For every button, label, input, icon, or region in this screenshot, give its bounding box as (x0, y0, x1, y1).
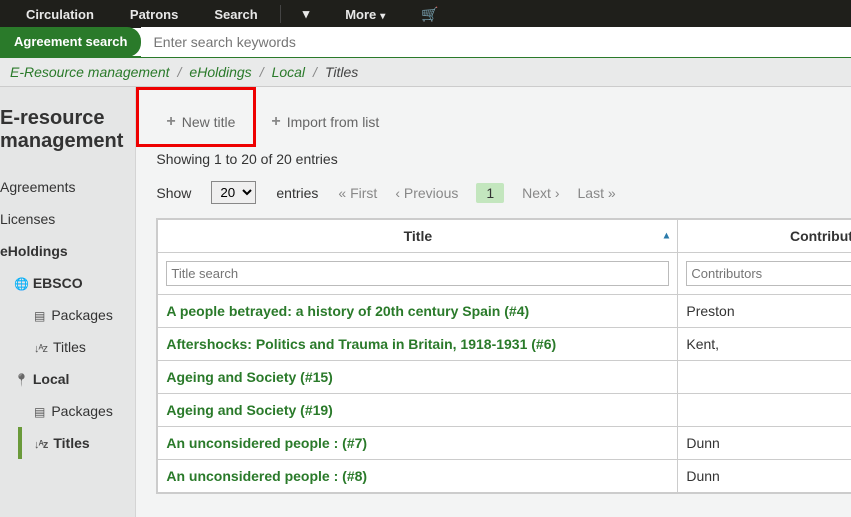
nav-circulation[interactable]: Circulation (8, 7, 112, 22)
globe-icon (14, 275, 29, 291)
sidebar-item-label: Packages (51, 403, 112, 419)
breadcrumb-local[interactable]: Local (272, 64, 305, 80)
title-link[interactable]: An unconsidered people : (#8) (166, 468, 367, 484)
sidebar-item-local[interactable]: Local (0, 363, 123, 395)
sidebar-item-label: Packages (51, 307, 112, 323)
contributors-cell: Dunn (678, 460, 851, 493)
contributors-cell: Preston (678, 295, 851, 328)
breadcrumb-sep: / (313, 64, 317, 80)
showing-count: Showing 1 to 20 of 20 entries (156, 151, 851, 167)
contributors-cell (678, 394, 851, 427)
page-size-select[interactable]: 20 (211, 181, 256, 204)
pager-current: 1 (476, 183, 504, 203)
az-icon (34, 435, 47, 451)
breadcrumb-sep: / (260, 64, 264, 80)
pager-last[interactable]: Last » (578, 185, 616, 201)
nav-patrons[interactable]: Patrons (112, 7, 196, 22)
contributors-cell (678, 361, 851, 394)
title-filter-input[interactable] (166, 261, 669, 286)
nav-more[interactable]: More (327, 7, 403, 22)
nav-caret-dropdown[interactable]: ▾ (285, 6, 328, 22)
entries-label: entries (276, 185, 318, 201)
annotation-box (136, 87, 256, 147)
sidebar-item-label: EBSCO (33, 275, 83, 291)
titles-table: Title ▲ Contributors A people bet (156, 218, 851, 494)
breadcrumb: E-Resource management / eHoldings / Loca… (0, 58, 851, 87)
package-icon (34, 307, 45, 323)
contributors-cell: Dunn (678, 427, 851, 460)
sidebar-item-ebsco-titles[interactable]: Titles (0, 331, 123, 363)
main-content: New title Import from list Showing 1 to … (136, 87, 851, 517)
pin-icon (14, 371, 29, 387)
title-link[interactable]: An unconsidered people : (#7) (166, 435, 367, 451)
title-link[interactable]: Ageing and Society (#15) (166, 369, 332, 385)
package-icon (34, 403, 45, 419)
table-row: Ageing and Society (#15) (158, 361, 851, 394)
col-contributors[interactable]: Contributors (678, 220, 851, 253)
sidebar-title: E-resource management (0, 107, 123, 153)
import-from-list-button[interactable]: Import from list (261, 107, 389, 137)
sidebar-item-licenses[interactable]: Licenses (0, 203, 123, 235)
sidebar-item-eholdings[interactable]: eHoldings (0, 235, 123, 267)
search-input[interactable] (141, 27, 851, 57)
sidebar-item-local-titles[interactable]: Titles (18, 427, 123, 459)
contributors-cell: Kent, (678, 328, 851, 361)
col-title[interactable]: Title ▲ (158, 220, 678, 253)
nav-search[interactable]: Search (196, 7, 275, 22)
cart-icon[interactable] (403, 6, 456, 23)
breadcrumb-current: Titles (325, 64, 358, 80)
sidebar-item-label: Local (33, 371, 70, 387)
table-row: An unconsidered people : (#7) Dunn (158, 427, 851, 460)
search-scope-pill[interactable]: Agreement search (0, 27, 141, 57)
top-nav: Circulation Patrons Search ▾ More (0, 0, 851, 28)
title-link[interactable]: A people betrayed: a history of 20th cen… (166, 303, 529, 319)
toolbar: New title Import from list (156, 107, 851, 137)
table-row: Ageing and Society (#19) (158, 394, 851, 427)
sort-asc-icon: ▲ (661, 231, 671, 242)
contributors-filter-input[interactable] (686, 261, 851, 286)
pager-next[interactable]: Next › (522, 185, 559, 201)
col-label: Contributors (790, 228, 851, 244)
sidebar: E-resource management Agreements License… (0, 87, 136, 517)
pager-previous[interactable]: ‹ Previous (395, 185, 458, 201)
search-bar: Agreement search (0, 28, 851, 58)
sidebar-item-local-packages[interactable]: Packages (0, 395, 123, 427)
breadcrumb-eholdings[interactable]: eHoldings (189, 64, 251, 80)
col-label: Title (404, 228, 433, 244)
table-row: An unconsidered people : (#8) Dunn (158, 460, 851, 493)
sidebar-item-ebsco[interactable]: EBSCO (0, 267, 123, 299)
layout: E-resource management Agreements License… (0, 87, 851, 517)
pager-row: Show 20 entries « First ‹ Previous 1 Nex… (156, 181, 851, 204)
table-row: Aftershocks: Politics and Trauma in Brit… (158, 328, 851, 361)
sidebar-item-agreements[interactable]: Agreements (0, 171, 123, 203)
breadcrumb-erm[interactable]: E-Resource management (10, 64, 170, 80)
pager-first[interactable]: « First (338, 185, 377, 201)
sidebar-item-ebsco-packages[interactable]: Packages (0, 299, 123, 331)
breadcrumb-sep: / (178, 64, 182, 80)
title-link[interactable]: Aftershocks: Politics and Trauma in Brit… (166, 336, 556, 352)
sidebar-item-label: Titles (53, 435, 89, 451)
show-label: Show (156, 185, 191, 201)
plus-icon (271, 113, 282, 131)
table-row: A people betrayed: a history of 20th cen… (158, 295, 851, 328)
sidebar-item-label: Titles (53, 339, 86, 355)
button-label: Import from list (287, 114, 380, 130)
nav-separator (280, 5, 281, 23)
pager: « First ‹ Previous 1 Next › Last » (338, 183, 615, 203)
title-link[interactable]: Ageing and Society (#19) (166, 402, 332, 418)
az-icon (34, 339, 47, 355)
